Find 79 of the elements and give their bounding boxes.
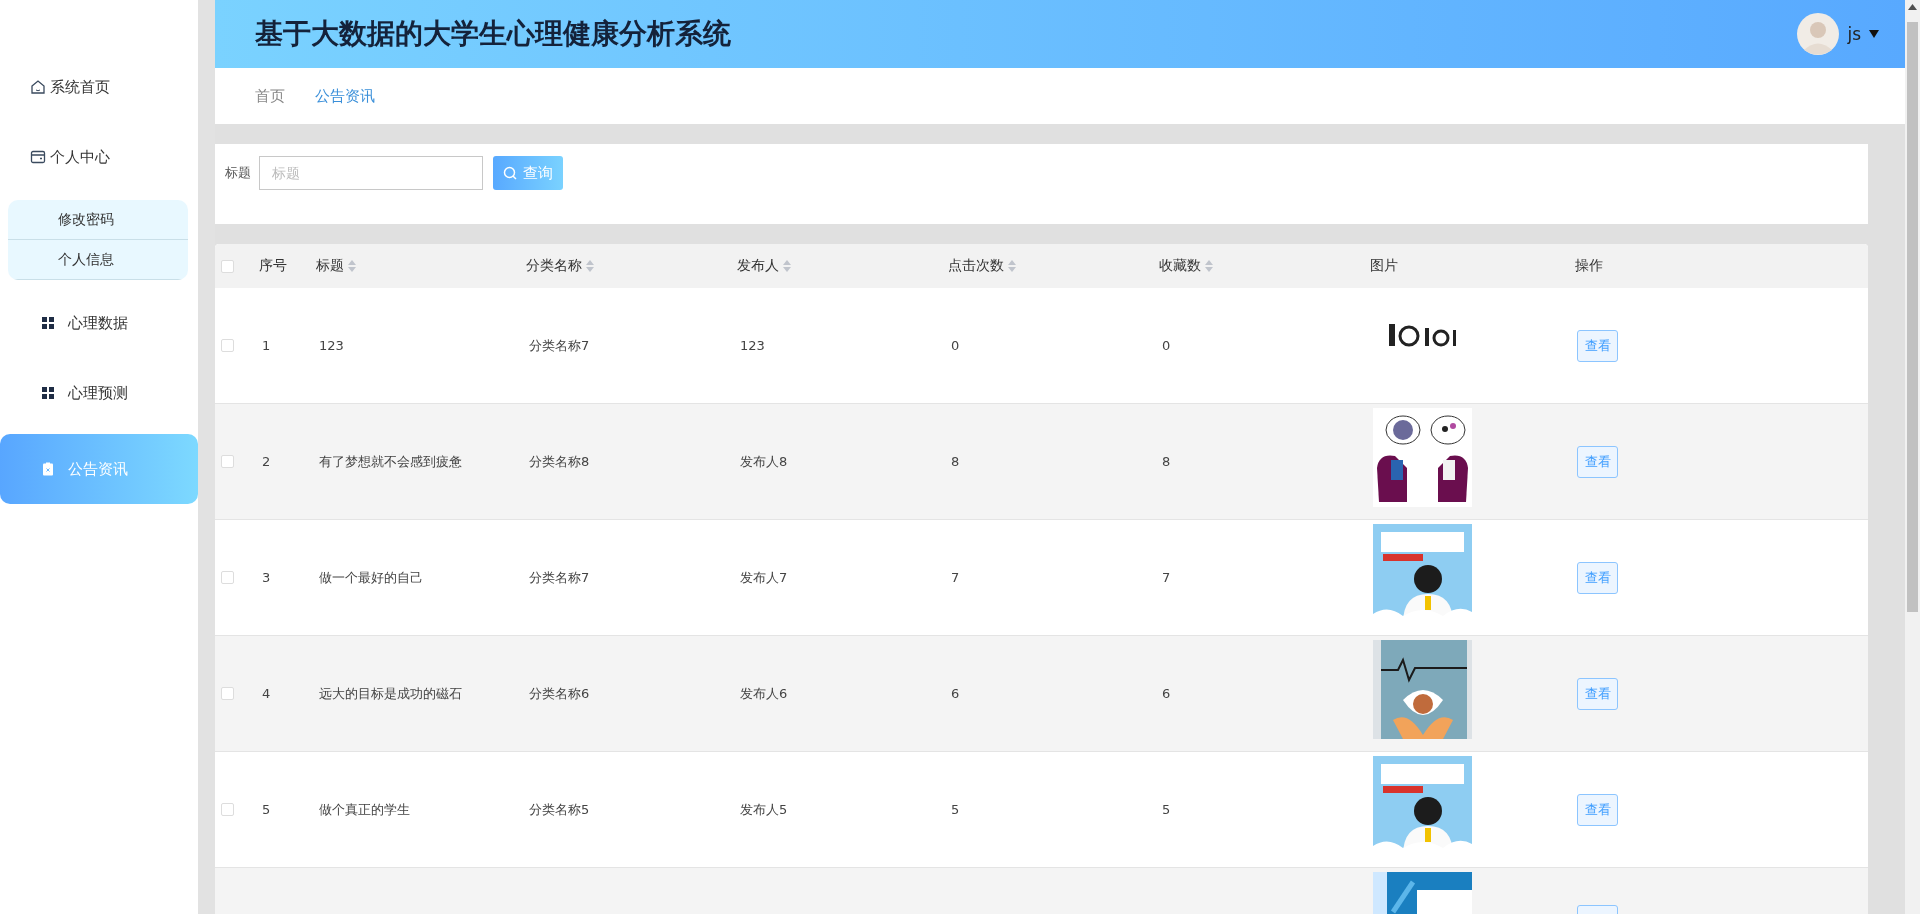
table-cell: 做个真正的学生 — [319, 801, 410, 817]
table-cell: 发布人8 — [740, 453, 788, 469]
checkbox[interactable] — [221, 571, 234, 584]
table-cell: 发布人5 — [740, 801, 788, 817]
app-title: 基于大数据的大学生心理健康分析系统 — [255, 16, 731, 52]
sidebar-item[interactable]: 个人中心 — [0, 122, 198, 192]
table-cell: 7 — [951, 570, 960, 585]
table-cell: 123 — [740, 338, 765, 353]
sort-icon — [348, 260, 356, 272]
home-icon — [30, 79, 46, 95]
sidebar-item[interactable]: 系统首页 — [0, 52, 198, 122]
scrollbar[interactable] — [1905, 0, 1920, 914]
table-cell: 4 — [262, 686, 271, 701]
clipboard-icon — [40, 461, 56, 477]
grid-icon — [40, 385, 56, 401]
column-header: 点击次数 — [948, 257, 1004, 275]
user-name[interactable]: js — [1847, 24, 1861, 44]
checkbox[interactable] — [221, 259, 234, 273]
breadcrumb-link[interactable]: 公告资讯 — [315, 86, 375, 106]
table-cell: 8 — [951, 454, 960, 469]
table-cell: 分类名称6 — [529, 685, 590, 701]
checkbox[interactable] — [221, 339, 234, 352]
breadcrumb-link[interactable]: 首页 — [255, 86, 285, 106]
field-label: 标题 — [225, 164, 251, 182]
table-cell: 123 — [319, 338, 344, 353]
table-cell: 1 — [262, 338, 271, 353]
view-button[interactable]: 查看 — [1577, 793, 1618, 826]
view-button[interactable]: 查看 — [1577, 677, 1618, 710]
sidebar-item[interactable]: 公告资讯 — [0, 434, 198, 504]
table-cell: 7 — [1162, 570, 1171, 585]
wallet-icon — [30, 149, 46, 165]
column-header: 图片 — [1370, 257, 1398, 275]
avatar[interactable] — [1797, 13, 1840, 55]
scroll-up-icon[interactable] — [1908, 4, 1917, 10]
table-cell: 分类名称7 — [529, 569, 590, 585]
search-icon — [503, 165, 517, 181]
table-cell: 发布人6 — [740, 685, 788, 701]
search-field[interactable]: 标题 — [259, 156, 483, 190]
view-button[interactable]: 查看 — [1577, 445, 1618, 478]
caret-icon — [1869, 30, 1879, 38]
view-button[interactable]: 查看 — [1577, 561, 1618, 594]
sidebar-item[interactable]: 心理预测 — [0, 358, 198, 428]
search-button[interactable]: 查询 — [493, 156, 563, 190]
column-header: 标题 — [316, 257, 344, 275]
column-header: 收藏数 — [1159, 257, 1201, 275]
table-cell: 6 — [1162, 686, 1171, 701]
column-header: 发布人 — [737, 257, 779, 275]
table-cell: 5 — [1162, 802, 1171, 817]
table-cell: 0 — [951, 338, 960, 353]
sort-icon — [1205, 260, 1213, 272]
table-cell: 2 — [262, 454, 271, 469]
table-cell: 0 — [1162, 338, 1171, 353]
table-cell: 5 — [262, 802, 271, 817]
table-cell: 3 — [262, 570, 271, 585]
sort-icon — [586, 260, 594, 272]
table-cell: 分类名称8 — [529, 453, 590, 469]
table-cell: 发布人7 — [740, 569, 788, 585]
column-header: 序号 — [259, 257, 287, 275]
grid-icon — [40, 315, 56, 331]
submenu-item[interactable]: 修改密码 — [8, 200, 188, 240]
submenu-item[interactable]: 个人信息 — [8, 240, 188, 280]
column-header: 分类名称 — [526, 257, 582, 275]
sort-icon — [1008, 260, 1016, 272]
table-cell: 分类名称5 — [529, 801, 590, 817]
table-cell: 分类名称7 — [529, 337, 590, 353]
table-cell: 8 — [1162, 454, 1171, 469]
checkbox[interactable] — [221, 455, 234, 468]
table-cell: 6 — [951, 686, 960, 701]
table-cell: 5 — [951, 802, 960, 817]
table-cell: 做一个最好的自己 — [319, 569, 423, 585]
table-cell: 远大的目标是成功的磁石 — [319, 685, 462, 701]
sort-icon — [783, 260, 791, 272]
sidebar-item[interactable]: 心理数据 — [0, 288, 198, 358]
table-cell: 有了梦想就不会感到疲惫 — [319, 453, 462, 469]
checkbox[interactable] — [221, 803, 234, 816]
column-header: 操作 — [1575, 257, 1603, 275]
checkbox[interactable] — [221, 687, 234, 700]
view-button[interactable]: 查看 — [1577, 329, 1618, 362]
scrollbar-thumb[interactable] — [1907, 22, 1918, 612]
